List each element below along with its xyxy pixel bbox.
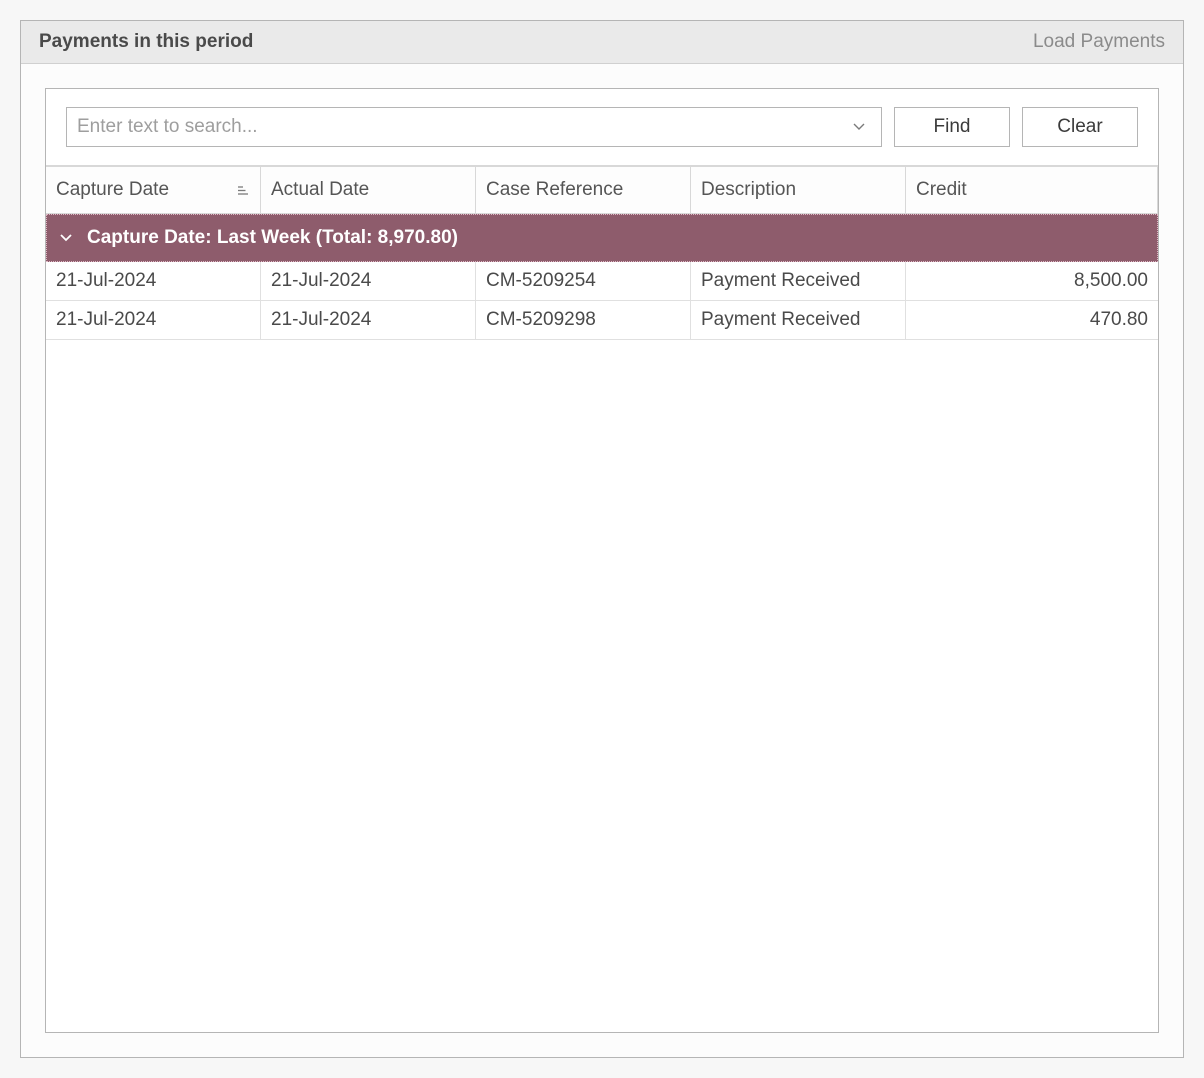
group-row-label: Capture Date: Last Week (Total: 8,970.80… [87, 227, 458, 249]
column-header-case-reference[interactable]: Case Reference [476, 167, 691, 214]
cell-actual-date: 21-Jul-2024 [261, 262, 476, 301]
cell-description: Payment Received [691, 262, 906, 301]
search-combo [66, 107, 882, 147]
cell-case-reference: CM-5209298 [476, 301, 691, 340]
payments-grid: Capture Date Actual Date [46, 166, 1158, 340]
column-header-credit[interactable]: Credit [906, 167, 1158, 214]
clear-button[interactable]: Clear [1022, 107, 1138, 147]
cell-credit: 470.80 [906, 301, 1158, 340]
load-payments-button[interactable]: Load Payments [1033, 31, 1165, 53]
column-header-label: Description [701, 179, 796, 201]
cell-actual-date: 21-Jul-2024 [261, 301, 476, 340]
grid-empty-area [46, 340, 1158, 1032]
sort-ascending-icon [236, 184, 250, 196]
cell-capture-date: 21-Jul-2024 [46, 301, 261, 340]
panel-title: Payments in this period [39, 31, 253, 53]
grid-container: Find Clear Capture Date [45, 88, 1159, 1033]
column-header-actual-date[interactable]: Actual Date [261, 167, 476, 214]
panel-body: Find Clear Capture Date [21, 64, 1183, 1057]
cell-credit: 8,500.00 [906, 262, 1158, 301]
search-dropdown-button[interactable] [845, 123, 873, 131]
cell-capture-date: 21-Jul-2024 [46, 262, 261, 301]
column-header-label: Case Reference [486, 179, 623, 201]
column-header-label: Capture Date [56, 179, 169, 201]
grid-toolbar: Find Clear [46, 89, 1158, 166]
search-input[interactable] [75, 115, 845, 139]
panel-header: Payments in this period Load Payments [21, 21, 1183, 64]
chevron-down-icon [59, 233, 73, 243]
column-header-label: Credit [916, 179, 967, 201]
cell-description: Payment Received [691, 301, 906, 340]
column-header-capture-date[interactable]: Capture Date [46, 167, 261, 214]
column-header-label: Actual Date [271, 179, 369, 201]
chevron-down-icon [853, 123, 865, 131]
cell-case-reference: CM-5209254 [476, 262, 691, 301]
column-header-description[interactable]: Description [691, 167, 906, 214]
page-root: Payments in this period Load Payments Fi… [0, 0, 1204, 1078]
payments-panel: Payments in this period Load Payments Fi… [20, 20, 1184, 1058]
find-button[interactable]: Find [894, 107, 1010, 147]
group-row-last-week[interactable]: Capture Date: Last Week (Total: 8,970.80… [46, 214, 1158, 262]
